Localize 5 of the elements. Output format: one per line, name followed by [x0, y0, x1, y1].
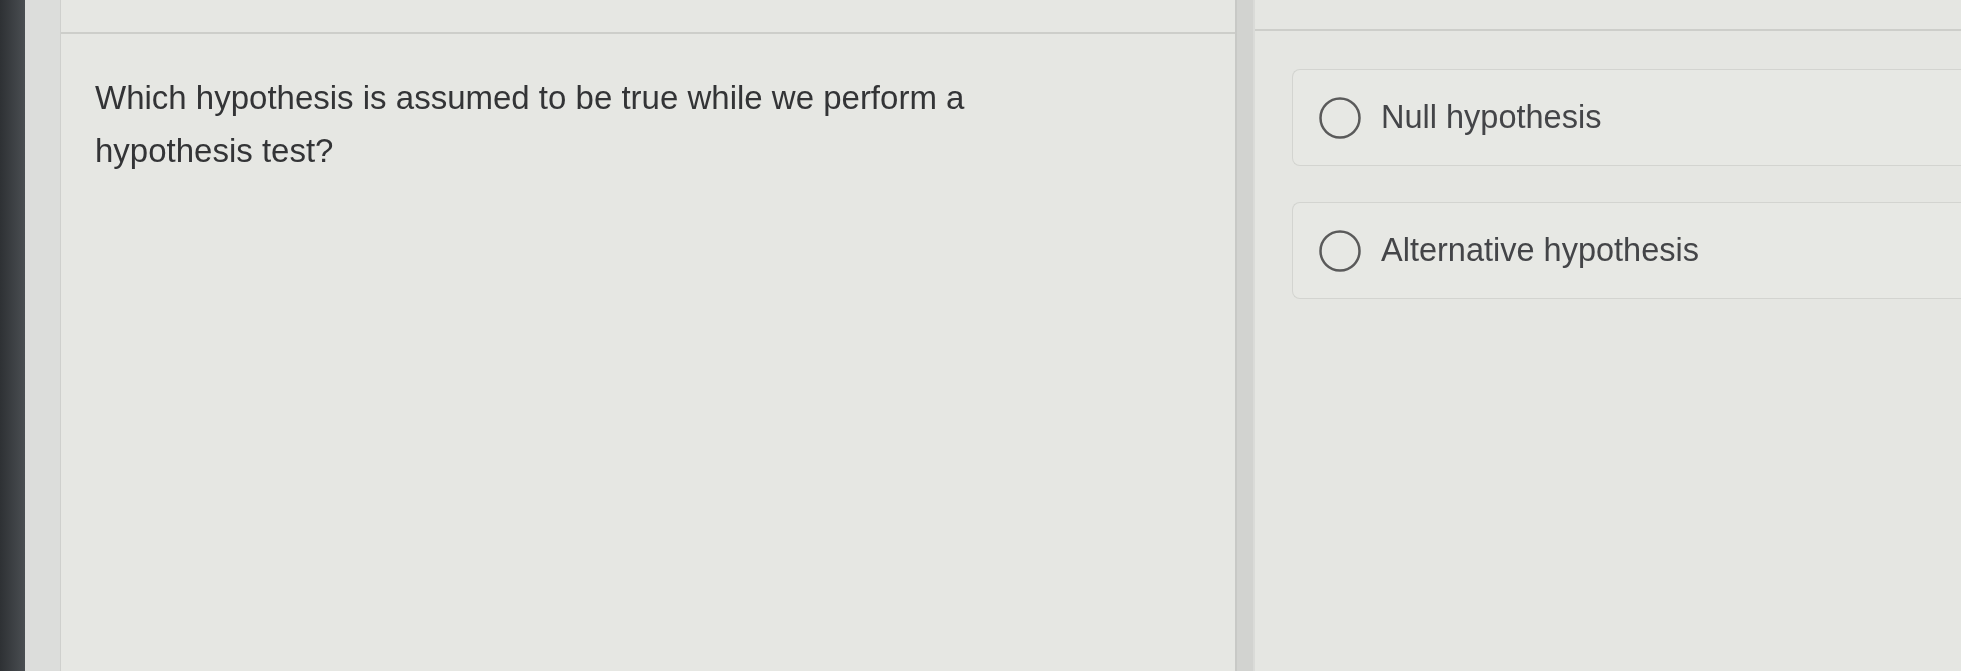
radio-button[interactable]: [1319, 96, 1361, 139]
radio-button[interactable]: [1319, 229, 1361, 272]
question-text: Which hypothesis is assumed to be true while we perform a hypothesis test?: [95, 78, 966, 171]
answer-option[interactable]: Alternative hypothesis: [1292, 202, 1961, 299]
answer-option[interactable]: Null hypothesis: [1292, 69, 1961, 166]
